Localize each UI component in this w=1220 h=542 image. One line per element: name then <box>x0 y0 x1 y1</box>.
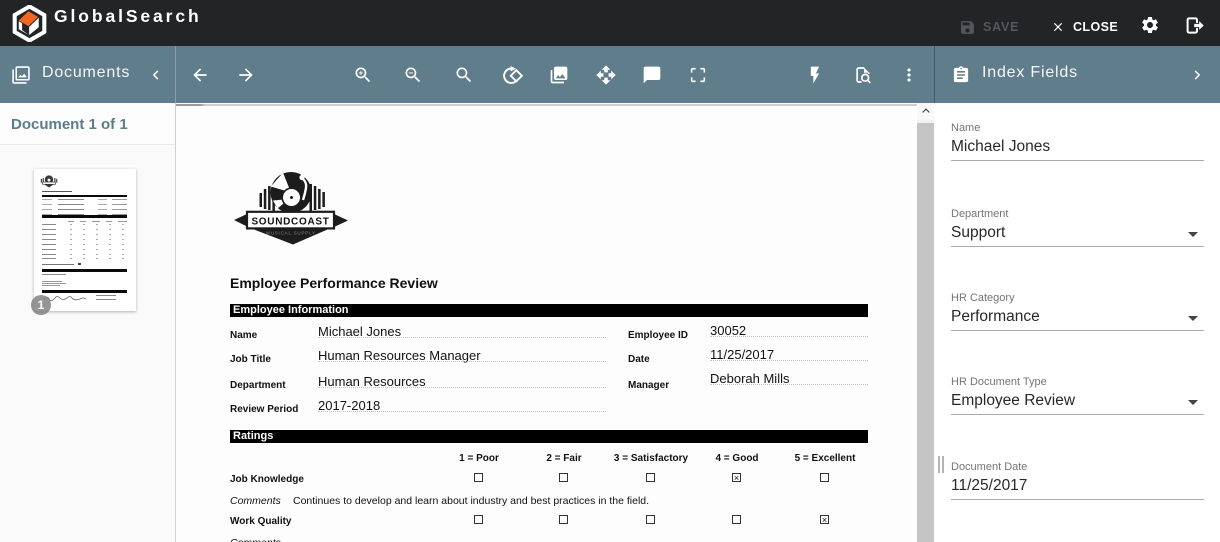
svg-text:MUSICAL SUPPLY: MUSICAL SUPPLY <box>266 231 316 236</box>
svg-text:SOUNDCOAST: SOUNDCOAST <box>251 217 329 228</box>
